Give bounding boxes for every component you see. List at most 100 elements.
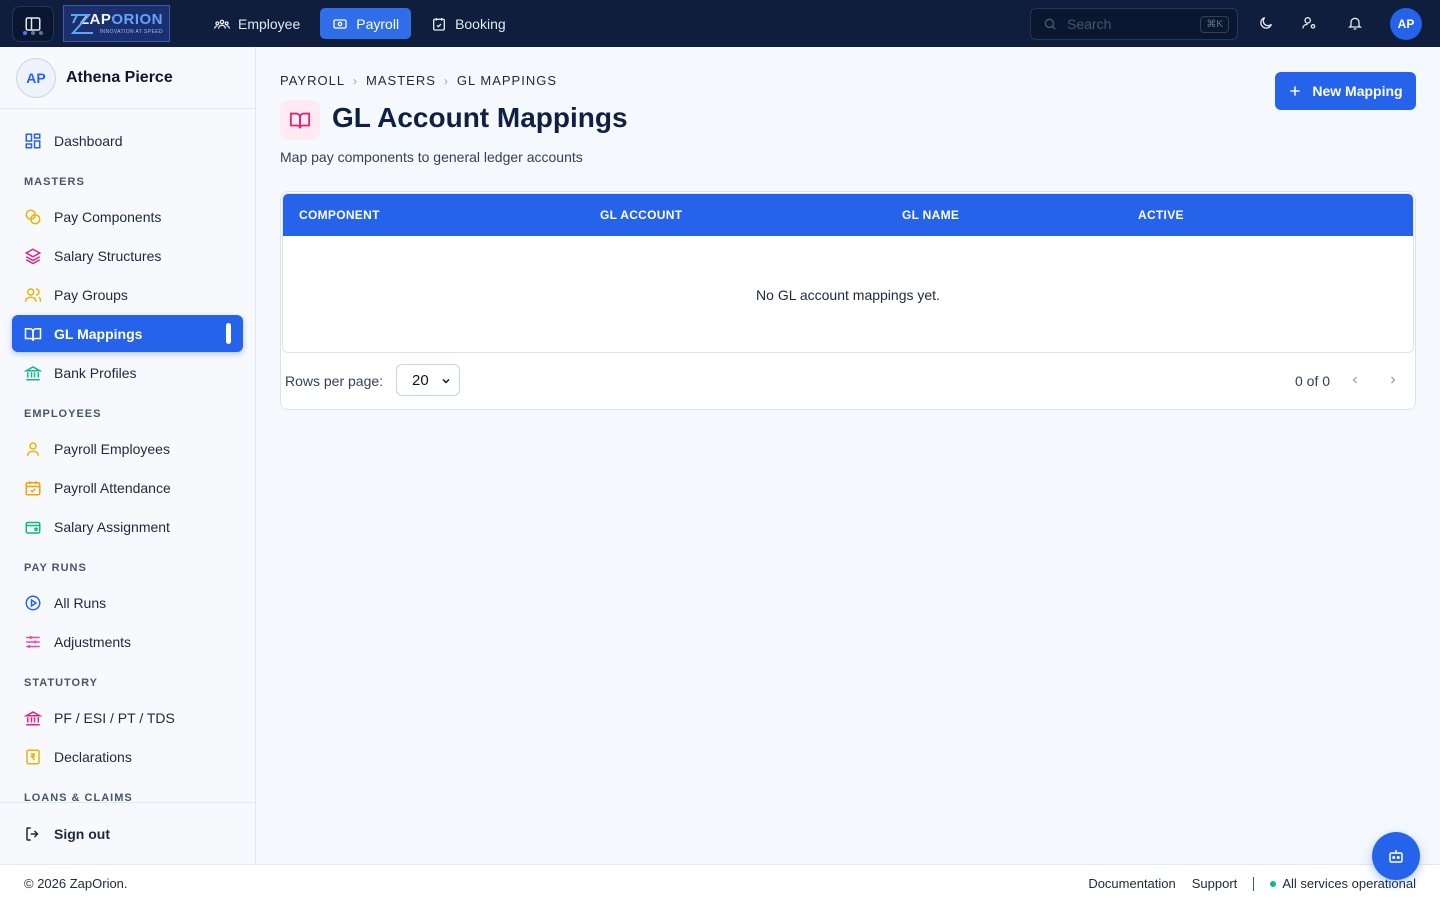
page-title: GL Account Mappings	[332, 102, 628, 133]
chevron-right-icon: ›	[443, 73, 449, 88]
calendar-check-icon	[433, 17, 446, 31]
sidebar-item-payroll-employees[interactable]: Payroll Employees	[12, 430, 243, 467]
sidebar-item-bank-profiles[interactable]: Bank Profiles	[12, 354, 243, 391]
rows-per-page-label: Rows per page:	[285, 373, 384, 389]
documentation-link[interactable]: Documentation	[1088, 876, 1175, 891]
chevron-right-icon: ›	[353, 73, 359, 88]
sidebar-toggle-button[interactable]	[12, 6, 54, 42]
next-page-button[interactable]	[1385, 372, 1401, 388]
breadcrumb-gl-mappings: GL MAPPINGS	[456, 73, 557, 88]
footer: © 2026 ZapOrion. Documentation Support A…	[0, 864, 1440, 900]
assistant-bot-button[interactable]	[1372, 832, 1420, 880]
coins-icon	[25, 209, 41, 224]
new-mapping-button[interactable]: New Mapping	[1275, 72, 1416, 110]
breadcrumb-payroll[interactable]: PAYROLL	[280, 73, 345, 88]
user-name: Athena Pierce	[66, 68, 173, 86]
sidebar-item-all-runs[interactable]: All Runs	[12, 584, 243, 621]
book-open-icon	[24, 327, 42, 341]
sidebar-nav: Dashboard MASTERS Pay Components Salary …	[0, 109, 255, 802]
status-dot-icon	[1270, 880, 1277, 887]
chevron-down-icon	[442, 378, 450, 384]
sliders-icon	[26, 635, 40, 648]
previous-page-button[interactable]	[1347, 372, 1363, 388]
bank-icon	[24, 365, 42, 380]
sign-out-button[interactable]: Sign out	[12, 815, 243, 852]
users-icon	[214, 19, 230, 29]
moon-icon	[1260, 17, 1272, 29]
search-icon	[1044, 18, 1056, 30]
page-title-icon	[280, 100, 320, 140]
calendar-check-icon	[25, 480, 41, 495]
search-shortcut: ⌘K	[1200, 15, 1229, 33]
section-loans-claims: LOANS & CLAIMS	[24, 792, 133, 802]
rupee-receipt-icon	[26, 749, 40, 764]
theme-toggle-button[interactable]	[1255, 12, 1277, 34]
section-employees: EMPLOYEES	[24, 408, 102, 420]
support-link[interactable]: Support	[1192, 876, 1238, 891]
user-icon	[27, 441, 39, 456]
table-empty-message: No GL account mappings yet.	[756, 287, 940, 303]
toggle-dots	[23, 31, 43, 35]
section-pay-runs: PAY RUNS	[24, 562, 87, 574]
sidebar-footer: Sign out	[0, 802, 256, 864]
dashboard-grid-icon	[25, 133, 41, 148]
top-nav-payroll[interactable]: Payroll	[320, 8, 412, 39]
chevron-left-icon	[1352, 376, 1357, 384]
sidebar-profile: AP Athena Pierce	[0, 47, 255, 109]
section-statutory: STATUTORY	[24, 677, 98, 689]
user-cog-icon	[1302, 17, 1316, 29]
sidebar-item-payroll-attendance[interactable]: Payroll Attendance	[12, 469, 243, 506]
sidebar-item-gl-mappings[interactable]: GL Mappings	[12, 315, 243, 352]
sidebar-item-salary-assignment[interactable]: Salary Assignment	[12, 508, 243, 545]
sidebar: AP Athena Pierce Dashboard MASTERS Pay C…	[0, 47, 256, 864]
wallet-icon	[25, 521, 41, 534]
landmark-icon	[24, 710, 42, 725]
active-indicator	[226, 323, 231, 344]
sidebar-item-pay-groups[interactable]: Pay Groups	[12, 276, 243, 313]
gl-mappings-card: COMPONENT GL ACCOUNT GL NAME ACTIVE No G…	[280, 191, 1416, 410]
breadcrumb: PAYROLL › MASTERS › GL MAPPINGS	[280, 73, 557, 88]
pagination-count: 0 of 0	[1295, 373, 1331, 389]
footer-links: Documentation Support All services opera…	[1088, 876, 1416, 891]
notifications-button[interactable]	[1344, 12, 1366, 34]
top-nav: Employee Payroll Booking	[202, 8, 518, 39]
gl-mappings-table: COMPONENT GL ACCOUNT GL NAME ACTIVE No G…	[282, 193, 1414, 353]
play-circle-icon	[25, 595, 41, 610]
sidebar-item-dashboard[interactable]: Dashboard	[12, 122, 243, 159]
main-content: PAYROLL › MASTERS › GL MAPPINGS GL Accou…	[256, 47, 1440, 864]
plus-icon	[1290, 86, 1301, 96]
copyright: © 2026 ZapOrion.	[24, 876, 128, 891]
top-nav-booking[interactable]: Booking	[419, 8, 518, 39]
bell-icon	[1348, 17, 1362, 30]
user-settings-button[interactable]	[1298, 12, 1320, 34]
chevron-right-icon	[1391, 376, 1396, 384]
zaporion-logo[interactable]: ZAPORION INNOVATION AT SPEED	[63, 5, 170, 42]
sidebar-item-salary-structures[interactable]: Salary Structures	[12, 237, 243, 274]
book-open-icon	[289, 112, 311, 129]
sidebar-item-statutory[interactable]: PF / ESI / PT / TDS	[12, 699, 243, 736]
layers-icon	[24, 247, 42, 264]
column-gl-account[interactable]: GL ACCOUNT	[600, 208, 682, 222]
top-nav-employee[interactable]: Employee	[202, 8, 312, 39]
rows-per-page-select[interactable]: 20	[396, 364, 460, 396]
breadcrumb-masters[interactable]: MASTERS	[366, 73, 436, 88]
sidebar-item-adjustments[interactable]: Adjustments	[12, 623, 243, 660]
log-out-icon	[26, 826, 39, 841]
user-avatar[interactable]: AP	[1390, 8, 1422, 40]
page-subtitle: Map pay components to general ledger acc…	[280, 149, 583, 165]
logo-mark-icon	[70, 14, 93, 34]
top-bar: ZAPORION INNOVATION AT SPEED Employee Pa…	[0, 0, 1440, 47]
bot-icon	[1389, 850, 1403, 863]
avatar[interactable]: AP	[16, 57, 56, 98]
user-group-icon	[24, 287, 42, 302]
sidebar-item-declarations[interactable]: Declarations	[12, 738, 243, 775]
column-component[interactable]: COMPONENT	[299, 208, 380, 222]
wallet-icon	[333, 18, 347, 29]
section-masters: MASTERS	[24, 176, 85, 188]
table-header: COMPONENT GL ACCOUNT GL NAME ACTIVE	[283, 194, 1413, 236]
search-input[interactable]	[1067, 16, 1187, 32]
global-search[interactable]: ⌘K	[1030, 8, 1238, 40]
sidebar-item-pay-components[interactable]: Pay Components	[12, 198, 243, 235]
column-gl-name[interactable]: GL NAME	[902, 208, 959, 222]
column-active[interactable]: ACTIVE	[1138, 208, 1184, 222]
